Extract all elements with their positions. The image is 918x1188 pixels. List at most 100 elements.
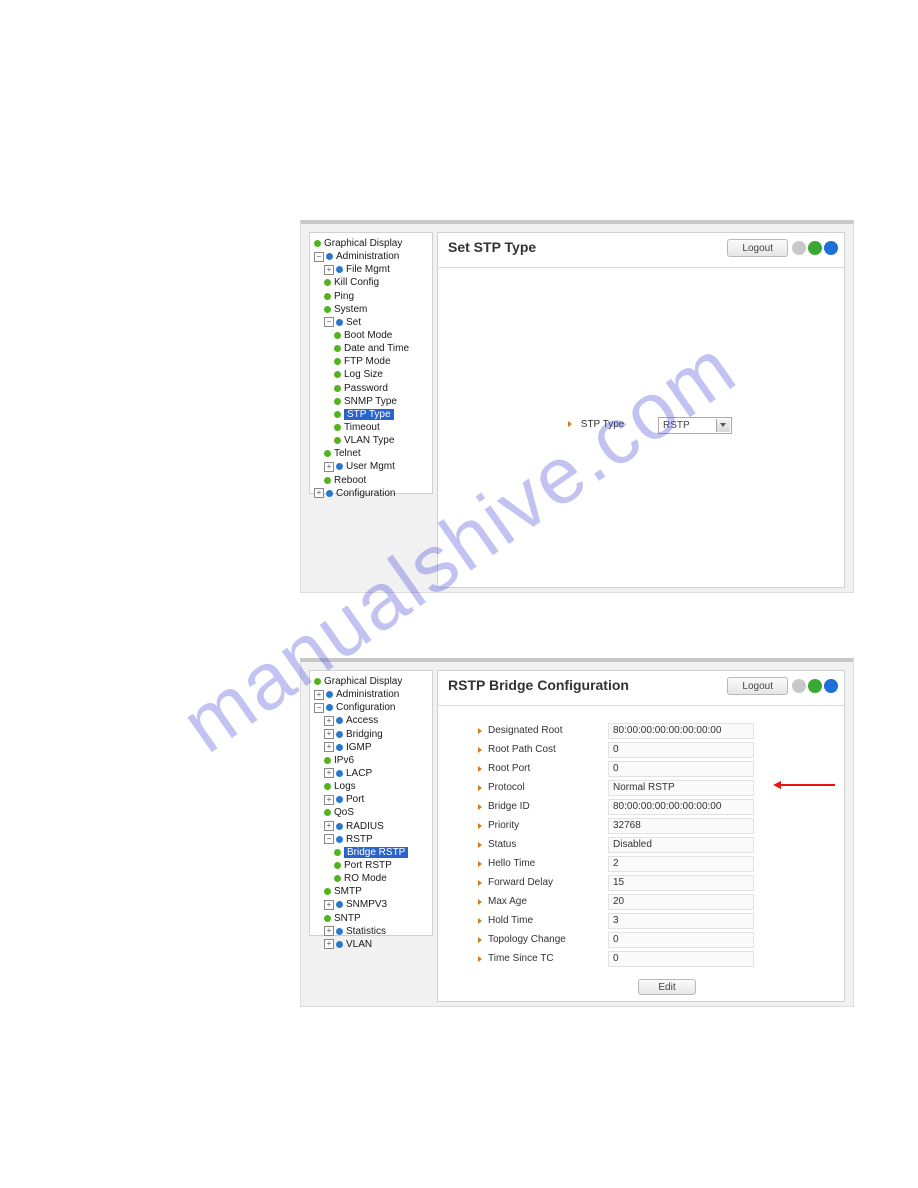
tree-smtp[interactable]: SMTP: [324, 885, 432, 898]
tree-rstp[interactable]: −RSTP Bridge RSTP Port RSTP RO Mode: [324, 833, 432, 886]
bullet-icon: [334, 411, 341, 418]
config-label: Bridge ID: [488, 801, 608, 812]
tree-killconfig[interactable]: Kill Config: [324, 276, 432, 289]
config-value: 20: [608, 894, 754, 910]
bullet-icon: [336, 823, 343, 830]
help-icon[interactable]: [824, 241, 838, 255]
config-label: Topology Change: [488, 934, 608, 945]
bullet-icon: [324, 306, 331, 313]
tree-vlantype[interactable]: VLAN Type: [334, 434, 432, 447]
nav-tree-2: Graphical Display +Administration −Confi…: [309, 670, 433, 936]
expand-icon[interactable]: +: [324, 821, 334, 831]
save-icon[interactable]: [792, 679, 806, 693]
expand-icon[interactable]: +: [324, 900, 334, 910]
bullet-icon: [336, 717, 343, 724]
bullet-icon: [336, 836, 343, 843]
arrow-icon: [478, 880, 482, 886]
collapse-icon[interactable]: −: [324, 317, 334, 327]
tree-ftpmode[interactable]: FTP Mode: [334, 355, 432, 368]
bullet-icon: [336, 744, 343, 751]
save-icon[interactable]: [792, 241, 806, 255]
tree-snmpv3[interactable]: +SNMPV3: [324, 898, 432, 911]
expand-icon[interactable]: +: [314, 488, 324, 498]
tree-lacp[interactable]: +LACP: [324, 767, 432, 780]
tree-vlan[interactable]: +VLAN: [324, 938, 432, 951]
tree-config[interactable]: −Configuration +Access +Bridging +IGMP I…: [314, 701, 432, 951]
logout-button[interactable]: Logout: [727, 677, 788, 695]
expand-icon[interactable]: +: [324, 265, 334, 275]
page-title: RSTP Bridge Configuration: [448, 677, 629, 693]
arrow-icon: [478, 747, 482, 753]
expand-icon[interactable]: +: [324, 939, 334, 949]
tree-system[interactable]: System: [324, 303, 432, 316]
expand-icon[interactable]: +: [324, 926, 334, 936]
config-row: Time Since TC0: [478, 949, 824, 968]
tree-password[interactable]: Password: [334, 382, 432, 395]
config-row: Max Age20: [478, 892, 824, 911]
stp-type-select[interactable]: RSTP: [658, 417, 732, 434]
tree-snmptype[interactable]: SNMP Type: [334, 395, 432, 408]
stp-type-label: STP Type: [581, 419, 625, 430]
config-row: Topology Change0: [478, 930, 824, 949]
collapse-icon[interactable]: −: [324, 834, 334, 844]
tree-datetime[interactable]: Date and Time: [334, 342, 432, 355]
tree-graphical[interactable]: Graphical Display: [314, 675, 432, 688]
config-row: Priority32768: [478, 816, 824, 835]
tree-bridgerstp[interactable]: Bridge RSTP: [334, 846, 432, 859]
content-1: Set STP Type Logout STP Type RSTP: [437, 232, 845, 588]
bullet-icon: [336, 928, 343, 935]
tree-portrstp[interactable]: Port RSTP: [334, 859, 432, 872]
arrow-icon: [478, 823, 482, 829]
arrow-icon: [478, 728, 482, 734]
logout-button[interactable]: Logout: [727, 239, 788, 257]
tree-romode[interactable]: RO Mode: [334, 872, 432, 885]
tree-stats[interactable]: +Statistics: [324, 925, 432, 938]
tree-usermgmt[interactable]: +User Mgmt: [324, 460, 432, 473]
expand-icon[interactable]: +: [324, 768, 334, 778]
collapse-icon[interactable]: −: [314, 703, 324, 713]
tree-ping[interactable]: Ping: [324, 290, 432, 303]
expand-icon[interactable]: +: [324, 795, 334, 805]
expand-icon[interactable]: +: [314, 690, 324, 700]
expand-icon[interactable]: +: [324, 742, 334, 752]
arrow-icon: [478, 937, 482, 943]
bullet-icon: [334, 424, 341, 431]
tree-admin[interactable]: +Administration: [314, 688, 432, 701]
config-label: Root Path Cost: [488, 744, 608, 755]
tree-telnet[interactable]: Telnet: [324, 447, 432, 460]
tree-radius[interactable]: +RADIUS: [324, 820, 432, 833]
refresh-icon[interactable]: [808, 241, 822, 255]
tree-stptype[interactable]: STP Type: [334, 408, 432, 421]
expand-icon[interactable]: +: [324, 716, 334, 726]
tree-bootmode[interactable]: Boot Mode: [334, 329, 432, 342]
tree-set[interactable]: −Set Boot Mode Date and Time FTP Mode Lo…: [324, 316, 432, 447]
tree-admin[interactable]: −Administration +File Mgmt Kill Config P…: [314, 250, 432, 487]
tree-sntp[interactable]: SNTP: [324, 912, 432, 925]
tree-graphical[interactable]: Graphical Display: [314, 237, 432, 250]
tree-bridging[interactable]: +Bridging: [324, 728, 432, 741]
config-row: Hello Time2: [478, 854, 824, 873]
tree-logsize[interactable]: Log Size: [334, 368, 432, 381]
edit-button[interactable]: Edit: [638, 979, 696, 995]
arrow-icon: [478, 766, 482, 772]
tree-ipv6[interactable]: IPv6: [324, 754, 432, 767]
arrow-icon: [568, 421, 572, 427]
tree-port[interactable]: +Port: [324, 793, 432, 806]
tree-filemgmt[interactable]: +File Mgmt: [324, 263, 432, 276]
bullet-icon: [334, 437, 341, 444]
expand-icon[interactable]: +: [324, 462, 334, 472]
tree-reboot[interactable]: Reboot: [324, 474, 432, 487]
expand-icon[interactable]: +: [324, 729, 334, 739]
tree-timeout[interactable]: Timeout: [334, 421, 432, 434]
config-row: Designated Root80:00:00:00:00:00:00:00: [478, 721, 824, 740]
help-icon[interactable]: [824, 679, 838, 693]
refresh-icon[interactable]: [808, 679, 822, 693]
config-value: 0: [608, 932, 754, 948]
tree-logs[interactable]: Logs: [324, 780, 432, 793]
tree-config[interactable]: +Configuration: [314, 487, 432, 500]
tree-qos[interactable]: QoS: [324, 806, 432, 819]
collapse-icon[interactable]: −: [314, 252, 324, 262]
tree-igmp[interactable]: +IGMP: [324, 741, 432, 754]
config-value: 0: [608, 742, 754, 758]
tree-access[interactable]: +Access: [324, 714, 432, 727]
